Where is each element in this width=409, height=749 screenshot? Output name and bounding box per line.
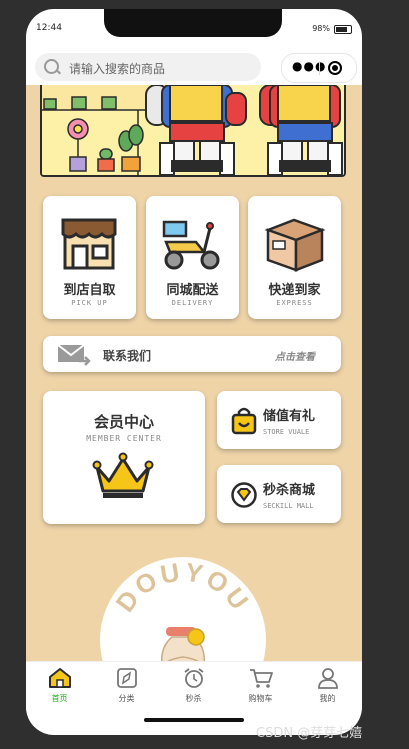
store-value-title: 储值有礼 xyxy=(263,409,316,424)
notch xyxy=(104,9,282,37)
status-time: 12:44 xyxy=(36,23,62,33)
more-icon[interactable]: ●●● xyxy=(292,59,326,73)
pickup-title: 到店自取 xyxy=(63,283,116,298)
store-value-card[interactable]: 储值有礼 STORE VUALE xyxy=(217,391,341,449)
store-icon xyxy=(61,218,117,270)
diamond-badge-icon xyxy=(231,482,257,508)
search-placeholder: 请输入搜索的商品 xyxy=(69,62,166,76)
home-icon xyxy=(49,668,71,688)
tab-home[interactable]: 首页 xyxy=(26,662,93,710)
delivery-subtitle: DELIVERY xyxy=(171,299,214,307)
tab-cart-label: 购物车 xyxy=(248,694,273,703)
battery-icon xyxy=(334,25,352,34)
tab-cart[interactable]: 购物车 xyxy=(227,662,294,710)
contact-action[interactable]: 点击查看 xyxy=(275,348,315,363)
express-card[interactable]: 快递到家 EXPRESS xyxy=(248,196,341,319)
capsule-divider xyxy=(319,61,320,75)
store-value-subtitle: STORE VUALE xyxy=(263,428,310,436)
brand-logo-art: DOUYOU xyxy=(110,557,257,661)
express-subtitle: EXPRESS xyxy=(276,299,313,307)
delivery-title: 同城配送 xyxy=(166,283,219,298)
tab-category-label: 分类 xyxy=(118,694,135,703)
scooter-icon xyxy=(162,220,220,270)
package-box-icon xyxy=(264,218,326,272)
phone-frame: 12:44 98% 请输入搜索的商品 ●●● 到店自取 PICK UP 同城配送… xyxy=(26,9,362,735)
watermark: CSDN @芽芽七嬉 xyxy=(256,726,363,741)
alarm-clock-icon xyxy=(184,668,204,688)
svg-text:DOUYOU: DOUYOU xyxy=(110,557,257,617)
tab-seckill-label: 秒杀 xyxy=(185,694,202,703)
member-title: 会员中心 xyxy=(93,413,154,431)
close-target-icon[interactable] xyxy=(328,61,342,75)
home-indicator xyxy=(144,718,244,722)
mini-program-capsule: ●●● xyxy=(281,53,357,83)
pickup-subtitle: PICK UP xyxy=(71,299,108,307)
cart-icon xyxy=(250,669,273,688)
contact-bar[interactable]: 联系我们 点击查看 xyxy=(43,336,341,372)
crown-icon xyxy=(92,452,154,498)
user-icon xyxy=(318,668,338,689)
tab-profile[interactable]: 我的 xyxy=(294,662,361,710)
tab-seckill[interactable]: 秒杀 xyxy=(160,662,227,710)
member-subtitle: MEMBER CENTER xyxy=(86,434,162,443)
search-icon xyxy=(44,59,59,74)
tab-profile-label: 我的 xyxy=(319,694,336,703)
seckill-title: 秒杀商城 xyxy=(263,483,316,498)
tab-home-label: 首页 xyxy=(51,694,68,703)
gift-bag-icon xyxy=(231,407,257,435)
contact-label: 联系我们 xyxy=(103,349,152,363)
brand-circle[interactable]: DOUYOU xyxy=(100,557,266,661)
page-content: 到店自取 PICK UP 同城配送 DELIVERY 快递到家 EXPRESS … xyxy=(26,85,362,661)
battery-level: 98% xyxy=(312,24,330,33)
search-bar[interactable]: 请输入搜索的商品 xyxy=(35,53,261,81)
tab-bar: 首页 分类 秒杀 购物车 我的 xyxy=(26,661,362,710)
mail-icon xyxy=(57,344,91,366)
seckill-card[interactable]: 秒杀商城 SECKILL MALL xyxy=(217,465,341,523)
delivery-card[interactable]: 同城配送 DELIVERY xyxy=(146,196,239,319)
brand-text: DOUYOU xyxy=(110,557,254,617)
member-center-card[interactable]: 会员中心 MEMBER CENTER xyxy=(43,391,205,524)
banner-illustration[interactable] xyxy=(40,85,346,177)
seckill-subtitle: SECKILL MALL xyxy=(263,502,314,510)
pickup-card[interactable]: 到店自取 PICK UP xyxy=(43,196,136,319)
express-title: 快递到家 xyxy=(268,283,321,298)
tab-category[interactable]: 分类 xyxy=(93,662,160,710)
category-icon xyxy=(117,668,137,688)
